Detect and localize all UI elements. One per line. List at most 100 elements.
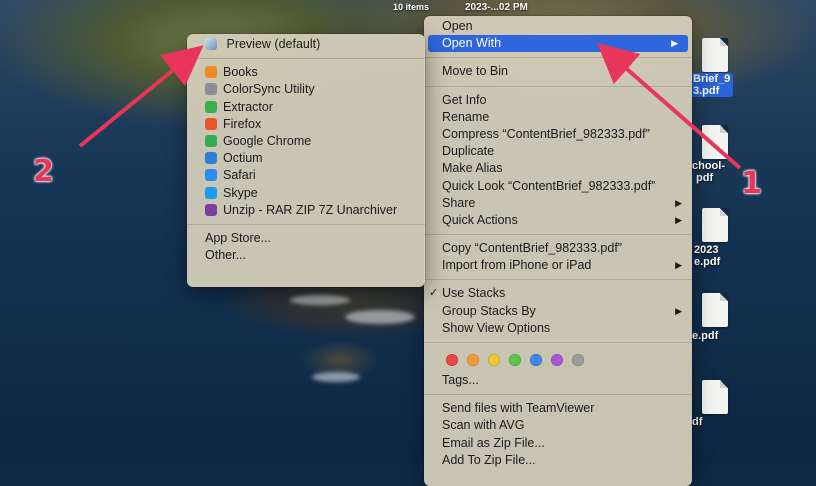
file-name-line: 2023	[694, 244, 719, 256]
tag-color-dot[interactable]	[446, 354, 458, 366]
menu-item-send-teamviewer[interactable]: Send files with TeamViewer	[424, 400, 692, 417]
submenu-item-label: ColorSync Utility	[223, 82, 315, 97]
menu-item-copy[interactable]: Copy “ContentBrief_982333.pdf”	[424, 240, 692, 257]
menu-item-label: Share	[442, 195, 476, 210]
submenu-item-label: Preview (default)	[226, 37, 321, 51]
menu-separator	[187, 58, 425, 60]
file-name-line: df	[692, 416, 703, 428]
submenu-item-preview-default[interactable]: Preview (default)	[187, 36, 425, 53]
menu-item-compress[interactable]: Compress “ContentBrief_982333.pdf”	[424, 126, 692, 143]
menu-item-show-view-options[interactable]: Show View Options	[424, 320, 692, 337]
menu-item-share[interactable]: Share ▶	[424, 195, 692, 212]
submenu-item-app[interactable]: Unzip - RAR ZIP 7Z Unarchiver	[187, 202, 425, 219]
pdf-file-icon[interactable]	[702, 125, 728, 159]
chrome-icon	[205, 134, 217, 147]
menu-item-rename[interactable]: Rename	[424, 109, 692, 126]
file-label-selected[interactable]: Brief_9 3.pdf	[690, 73, 734, 97]
menu-item-add-to-zip[interactable]: Add To Zip File...	[424, 452, 692, 469]
menu-item-move-to-bin[interactable]: Move to Bin	[424, 63, 692, 80]
chevron-right-icon: ▶	[675, 260, 682, 271]
menu-item-label: Use Stacks	[442, 286, 506, 301]
desktop-date-label: 2023-...02 PM	[465, 2, 528, 13]
file-name-line: chool-	[692, 160, 725, 172]
wave-foam	[290, 295, 350, 305]
menu-item-label: Quick Actions	[442, 212, 518, 227]
menu-separator	[424, 85, 692, 87]
app-list: Books ColorSync Utility Extractor Firefox Go…	[187, 64, 425, 219]
tag-color-dot[interactable]	[488, 354, 500, 366]
menu-item-quick-actions[interactable]: Quick Actions ▶	[424, 212, 692, 229]
file-label[interactable]: 2023 e.pdf	[694, 244, 720, 268]
tag-color-dot[interactable]	[572, 354, 584, 366]
file-name-line: Brief_9	[693, 73, 731, 85]
callout-number-1: 1	[741, 166, 762, 201]
menu-item-open[interactable]: Open	[424, 18, 692, 35]
submenu-item-app[interactable]: Books	[187, 64, 425, 81]
pdf-file-icon[interactable]	[702, 208, 728, 242]
submenu-item-app[interactable]: Google Chrome	[187, 133, 425, 150]
pdf-file-icon[interactable]	[702, 38, 728, 72]
tag-color-dot[interactable]	[551, 354, 563, 366]
menu-item-quick-look[interactable]: Quick Look “ContentBrief_982333.pdf”	[424, 178, 692, 195]
file-context-menu: Open Open With ▶ Move to Bin Get Info Re…	[424, 16, 692, 486]
menu-item-label: Open With	[442, 36, 502, 51]
preview-icon	[205, 38, 217, 50]
chevron-right-icon: ▶	[671, 38, 678, 49]
tag-color-row	[424, 348, 692, 372]
pdf-file-icon[interactable]	[702, 380, 728, 414]
tag-color-dot[interactable]	[467, 354, 479, 366]
menu-item-label: Import from iPhone or iPad	[442, 258, 592, 273]
menu-item-group-stacks-by[interactable]: Group Stacks By ▶	[424, 303, 692, 320]
tag-color-dot[interactable]	[530, 354, 542, 366]
pdf-file-icon[interactable]	[702, 293, 728, 327]
menu-item-email-zip[interactable]: Email as Zip File...	[424, 435, 692, 452]
file-label[interactable]: df	[692, 416, 702, 428]
menu-item-get-info[interactable]: Get Info	[424, 92, 692, 109]
menu-item-duplicate[interactable]: Duplicate	[424, 143, 692, 160]
open-with-submenu: Preview (default) Books ColorSync Utility…	[187, 34, 425, 287]
menu-item-scan-avg[interactable]: Scan with AVG	[424, 417, 692, 434]
menu-item-tags[interactable]: Tags...	[424, 372, 692, 389]
menu-separator	[187, 223, 425, 225]
submenu-item-app[interactable]: ColorSync Utility	[187, 81, 425, 98]
submenu-item-app[interactable]: Firefox	[187, 116, 425, 133]
menu-item-use-stacks[interactable]: ✓ Use Stacks	[424, 285, 692, 302]
unarchiver-icon	[205, 203, 217, 216]
submenu-item-app[interactable]: Octium	[187, 150, 425, 167]
wave-foam	[345, 310, 415, 324]
menu-separator	[424, 279, 692, 281]
file-name-line: 3.pdf	[693, 85, 720, 97]
menu-item-make-alias[interactable]: Make Alias	[424, 160, 692, 177]
submenu-item-label: Firefox	[223, 116, 262, 131]
submenu-item-app-store[interactable]: App Store...	[187, 230, 425, 247]
menu-separator	[424, 57, 692, 59]
wave-foam	[312, 372, 360, 382]
file-label[interactable]: e.pdf	[692, 330, 718, 342]
submenu-item-app[interactable]: Skype	[187, 185, 425, 202]
menu-item-import-iphone[interactable]: Import from iPhone or iPad ▶	[424, 257, 692, 274]
skype-icon	[205, 186, 217, 199]
tag-color-dot[interactable]	[509, 354, 521, 366]
callout-number-2: 2	[33, 154, 54, 189]
desktop-item-count: 10 items	[393, 2, 430, 12]
chevron-right-icon: ▶	[675, 197, 682, 208]
file-name-line: e.pdf	[694, 256, 721, 268]
submenu-item-label: Google Chrome	[223, 133, 312, 148]
submenu-item-app[interactable]: Extractor	[187, 99, 425, 116]
colorsync-icon	[205, 83, 217, 96]
file-label[interactable]: chool- pdf	[692, 160, 725, 184]
books-icon	[205, 66, 217, 79]
firefox-icon	[205, 117, 217, 130]
submenu-item-label: Safari	[223, 168, 256, 183]
file-name-line: pdf	[696, 172, 714, 184]
submenu-item-label: Skype	[223, 185, 258, 200]
file-name-line: e.pdf	[692, 330, 719, 342]
menu-separator	[424, 394, 692, 396]
submenu-item-app[interactable]: Safari	[187, 167, 425, 184]
submenu-item-other[interactable]: Other...	[187, 247, 425, 264]
safari-icon	[205, 169, 217, 182]
menu-item-open-with[interactable]: Open With ▶	[428, 35, 688, 53]
extractor-icon	[205, 100, 217, 113]
submenu-item-label: Octium	[223, 151, 263, 166]
submenu-item-label: Books	[223, 65, 258, 80]
